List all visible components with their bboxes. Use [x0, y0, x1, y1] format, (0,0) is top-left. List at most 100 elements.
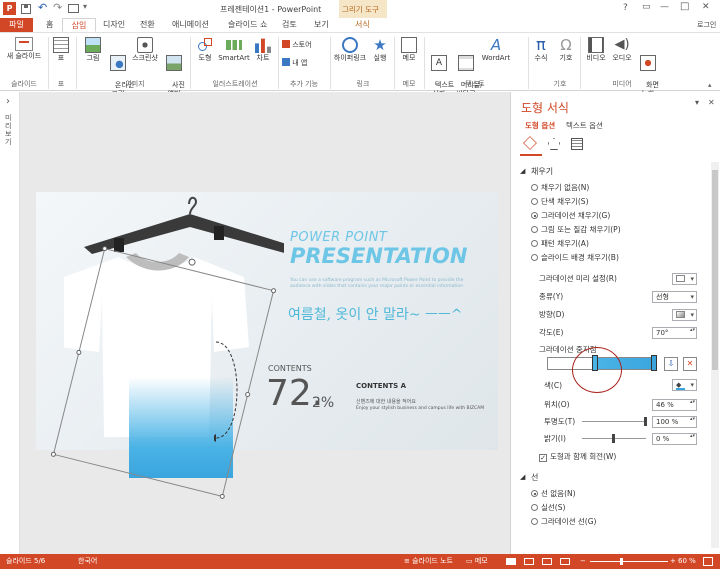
- line-section-header[interactable]: 선: [531, 472, 538, 483]
- fill-option-solid[interactable]: 단색 채우기(S): [531, 196, 589, 208]
- collapse-ribbon-icon[interactable]: ▴: [708, 81, 712, 89]
- pane-scrollbar[interactable]: [711, 162, 719, 548]
- tab-insert[interactable]: 삽입: [62, 18, 96, 32]
- tab-review[interactable]: 검토: [278, 18, 301, 32]
- add-gradient-stop-button[interactable]: ⇩: [664, 357, 678, 371]
- chart-button[interactable]: 차트: [252, 37, 274, 63]
- minimize-button[interactable]: —: [660, 2, 669, 12]
- tab-slideshow[interactable]: 슬라이드 쇼: [224, 18, 271, 32]
- zoom-slider-thumb[interactable]: [620, 558, 623, 565]
- wordart-button[interactable]: A WordArt: [481, 37, 511, 63]
- save-icon[interactable]: [21, 4, 31, 14]
- radio-line-solid[interactable]: [531, 504, 538, 511]
- slideshow-view-icon[interactable]: [560, 558, 570, 565]
- my-apps-button[interactable]: 내 앱: [282, 58, 322, 68]
- brightness-slider-thumb[interactable]: [612, 434, 615, 443]
- table-button[interactable]: 표: [50, 37, 72, 63]
- normal-view-icon[interactable]: [506, 558, 516, 565]
- direction-dropdown[interactable]: [672, 309, 697, 321]
- powerpoint-logo[interactable]: P: [3, 2, 16, 15]
- brightness-spinner[interactable]: 0 %: [652, 433, 697, 445]
- line-option-solid[interactable]: 실선(S): [531, 502, 565, 514]
- radio-fill-solid[interactable]: [531, 198, 538, 205]
- zoom-out-button[interactable]: −: [580, 554, 586, 569]
- rotate-with-shape-option[interactable]: ✓ 도형과 함께 회전(W): [539, 451, 616, 463]
- picture-button[interactable]: 그림: [80, 37, 106, 63]
- new-slide-button[interactable]: 새 슬라이드: [2, 37, 46, 61]
- angle-spinner[interactable]: 70°: [652, 327, 697, 339]
- reading-view-icon[interactable]: [542, 558, 552, 565]
- ribbon-display-button[interactable]: ▭: [642, 2, 651, 12]
- language-indicator[interactable]: 한국어: [78, 554, 97, 569]
- action-button[interactable]: ★ 실행: [370, 37, 390, 63]
- zoom-level[interactable]: 60 %: [678, 554, 696, 569]
- maximize-button[interactable]: □: [680, 1, 689, 12]
- fill-option-picture[interactable]: 그림 또는 질감 채우기(P): [531, 224, 621, 236]
- tab-format[interactable]: 서식: [351, 18, 374, 32]
- equation-button[interactable]: π 수식: [530, 37, 552, 63]
- tab-design[interactable]: 디자인: [99, 18, 129, 32]
- smartart-button[interactable]: SmartArt: [218, 37, 250, 63]
- tab-transitions[interactable]: 전환: [136, 18, 159, 32]
- type-dropdown[interactable]: 선형: [652, 291, 697, 303]
- selection-handle[interactable]: [101, 245, 108, 252]
- selection-handle[interactable]: [270, 287, 277, 294]
- radio-line-gradient[interactable]: [531, 518, 538, 525]
- line-section-toggle[interactable]: ◢: [520, 473, 525, 481]
- transparency-spinner[interactable]: 100 %: [652, 416, 697, 428]
- line-option-none[interactable]: 선 없음(N): [531, 488, 576, 500]
- tab-shape-options[interactable]: 도형 옵션: [525, 120, 555, 131]
- comment-button[interactable]: 메모: [398, 37, 420, 63]
- expand-thumbnails-button[interactable]: ›: [6, 96, 10, 107]
- pane-close-button[interactable]: ✕: [708, 98, 715, 107]
- tab-animations[interactable]: 애니메이션: [168, 18, 213, 32]
- present-icon[interactable]: [68, 4, 79, 13]
- radio-fill-pattern[interactable]: [531, 240, 538, 247]
- line-option-gradient[interactable]: 그라데이션 선(G): [531, 516, 596, 528]
- remove-gradient-stop-button[interactable]: ✕: [683, 357, 697, 371]
- fill-line-icon[interactable]: [523, 136, 537, 150]
- hyperlink-button[interactable]: 하이퍼링크: [332, 37, 368, 63]
- gradient-stop-handle-right[interactable]: [651, 355, 657, 371]
- radio-fill-none[interactable]: [531, 184, 538, 191]
- rotate-with-shape-checkbox[interactable]: ✓: [539, 454, 547, 462]
- brightness-slider[interactable]: [582, 434, 646, 443]
- color-picker-dropdown[interactable]: ◆: [672, 379, 697, 391]
- notes-button[interactable]: ≡ 슬라이드 노트: [404, 554, 453, 569]
- transparency-slider[interactable]: [582, 417, 647, 426]
- close-button[interactable]: ✕: [702, 2, 710, 12]
- fill-option-gradient[interactable]: 그라데이션 채우기(G): [531, 210, 610, 222]
- store-button[interactable]: 스토어: [282, 40, 322, 50]
- screenshot-button[interactable]: 스크린샷: [130, 37, 160, 63]
- size-properties-icon[interactable]: [571, 138, 583, 150]
- tab-file[interactable]: 파일: [0, 18, 33, 32]
- radio-line-none[interactable]: [531, 490, 538, 497]
- customize-icon[interactable]: ▾: [83, 2, 87, 11]
- fill-option-pattern[interactable]: 패턴 채우기(A): [531, 238, 589, 250]
- video-button[interactable]: 비디오: [584, 37, 608, 63]
- help-button[interactable]: ?: [623, 3, 628, 13]
- tab-view[interactable]: 보기: [310, 18, 333, 32]
- preset-gradient-dropdown[interactable]: [672, 273, 697, 285]
- fit-slide-icon[interactable]: [703, 557, 713, 566]
- transparency-slider-thumb[interactable]: [644, 417, 647, 426]
- tab-home[interactable]: 홈: [42, 18, 57, 32]
- slide-sorter-icon[interactable]: [524, 558, 534, 565]
- login-link[interactable]: 로그인: [697, 20, 716, 30]
- shapes-button[interactable]: 도형: [194, 37, 216, 63]
- selection-handle[interactable]: [75, 349, 82, 356]
- audio-button[interactable]: ◀) 오디오: [610, 37, 634, 63]
- undo-icon[interactable]: ↶: [38, 1, 47, 14]
- position-spinner[interactable]: 46 %: [652, 399, 697, 411]
- fill-section-toggle[interactable]: ◢: [520, 167, 525, 175]
- slide[interactable]: POWER POINT PRESENTATION You can use a s…: [36, 192, 498, 500]
- zoom-in-button[interactable]: +: [670, 554, 676, 569]
- redo-icon[interactable]: ↷: [53, 1, 62, 14]
- comments-button[interactable]: ▭ 메모: [466, 554, 488, 569]
- radio-fill-gradient[interactable]: [531, 212, 538, 219]
- radio-fill-background[interactable]: [531, 254, 538, 261]
- symbol-button[interactable]: Ω 기호: [555, 37, 577, 63]
- tab-text-options[interactable]: 텍스트 옵션: [566, 120, 603, 131]
- fill-option-background[interactable]: 슬라이드 배경 채우기(B): [531, 252, 619, 264]
- pane-options-dropdown[interactable]: ▾: [695, 98, 699, 107]
